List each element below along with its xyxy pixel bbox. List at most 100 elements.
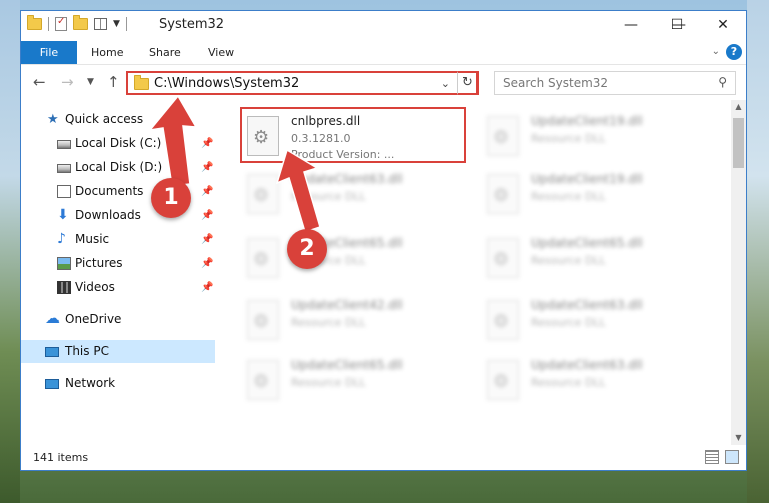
star-icon: ★ <box>47 112 59 127</box>
sidebar-item-label: Music <box>75 232 110 246</box>
file-tile[interactable]: UpdateClient65.dll Resource DLL <box>481 230 711 286</box>
pin-icon[interactable]: 📌 <box>201 132 213 155</box>
pin-icon[interactable]: 📌 <box>201 204 213 227</box>
downloads-icon: ⬇ <box>57 207 69 223</box>
dll-file-icon <box>487 116 519 156</box>
address-dropdown-chevron-icon[interactable]: ⌄ <box>441 77 450 90</box>
up-arrow-icon[interactable]: ↑ <box>107 73 120 91</box>
file-tile[interactable]: UpdateClient19.dll Resource DLL <box>481 108 711 164</box>
sidebar-item-label: Videos <box>75 280 115 294</box>
item-count: 141 items <box>33 451 89 464</box>
file-tile[interactable]: UpdateClient65.dll Resource DLL <box>241 230 471 286</box>
sidebar-item-label: Local Disk (C:) <box>75 136 162 150</box>
pin-icon[interactable]: 📌 <box>201 276 213 299</box>
sidebar-item-onedrive[interactable]: ☁ OneDrive <box>21 308 215 331</box>
help-icon[interactable]: ? <box>726 44 742 60</box>
sidebar-item-label: This PC <box>65 344 109 358</box>
sidebar-item-quick-access[interactable]: ★ Quick access <box>21 108 215 131</box>
scrollbar-thumb[interactable] <box>733 118 744 168</box>
toolbar-separator <box>125 17 127 31</box>
sidebar-item-network[interactable]: Network <box>21 372 215 395</box>
status-bar: 141 items <box>21 445 746 470</box>
expand-ribbon-chevron-icon[interactable]: ⌄ <box>712 46 720 57</box>
close-button[interactable]: ✕ <box>700 11 746 41</box>
dll-file-icon <box>487 300 519 340</box>
file-tile[interactable]: UpdateClient63.dll Resource DLL <box>481 292 711 348</box>
file-name: UpdateClient65.dll <box>291 358 403 372</box>
documents-icon <box>57 185 71 198</box>
desktop-background-right <box>747 0 769 503</box>
scroll-down-icon[interactable]: ▼ <box>731 433 746 442</box>
search-icon: ⚲ <box>718 75 727 89</box>
sidebar-item-videos[interactable]: Videos 📌 <box>21 276 215 299</box>
file-tile[interactable]: UpdateClient42.dll Resource DLL <box>241 292 471 348</box>
scroll-up-icon[interactable]: ▲ <box>731 102 746 111</box>
view-icon[interactable] <box>94 18 107 30</box>
properties-icon[interactable] <box>55 16 67 31</box>
tab-file[interactable]: File <box>21 41 77 64</box>
recent-locations-chevron-icon[interactable]: ▼ <box>87 77 94 87</box>
file-name: UpdateClient19.dll <box>531 172 643 186</box>
file-tile[interactable]: UpdateClient63.dll Resource DLL <box>481 352 711 408</box>
tab-home[interactable]: Home <box>91 41 123 64</box>
file-tile[interactable]: UpdateClient63.dll Resource DLL <box>241 166 471 222</box>
sidebar-item-local-disk-c[interactable]: Local Disk (C:) 📌 <box>21 132 215 155</box>
toolbar-separator <box>48 17 49 31</box>
tab-share[interactable]: Share <box>149 41 181 64</box>
file-tile[interactable]: UpdateClient19.dll Resource DLL <box>481 166 711 222</box>
file-type: Resource DLL <box>291 316 366 329</box>
file-type: Resource DLL <box>531 190 606 203</box>
back-arrow-icon[interactable]: ← <box>33 73 46 91</box>
file-type: Resource DLL <box>291 376 366 389</box>
file-explorer-window: ▼ System32 — — ☐ ✕ File Home Share View … <box>20 10 747 471</box>
disk-icon <box>57 140 71 149</box>
sidebar-item-label: Pictures <box>75 256 123 270</box>
search-input[interactable]: Search System32 ⚲ <box>494 71 736 95</box>
music-icon: ♪ <box>57 231 66 247</box>
sidebar-item-label: Local Disk (D:) <box>75 160 163 174</box>
pin-icon[interactable]: 📌 <box>201 252 213 275</box>
pin-icon[interactable]: 📌 <box>201 180 213 203</box>
cloud-icon: ☁ <box>45 309 60 327</box>
file-name: UpdateClient42.dll <box>291 298 403 312</box>
minimize-button-glyph[interactable]: — <box>608 11 654 41</box>
folder-icon <box>134 75 149 90</box>
file-type: Resource DLL <box>531 316 606 329</box>
file-tile[interactable]: UpdateClient65.dll Resource DLL <box>241 352 471 408</box>
file-name: UpdateClient63.dll <box>531 358 643 372</box>
vertical-scrollbar[interactable]: ▲ ▼ <box>731 100 746 445</box>
large-icons-view-icon[interactable] <box>725 450 739 464</box>
sidebar-item-music[interactable]: ♪ Music 📌 <box>21 228 215 251</box>
videos-icon <box>57 281 71 294</box>
pin-icon[interactable]: 📌 <box>201 156 213 179</box>
new-folder-icon[interactable] <box>73 15 88 30</box>
dll-file-icon <box>247 300 279 340</box>
maximize-button[interactable]: ☐ <box>654 11 700 41</box>
file-type: Resource DLL <box>531 132 606 145</box>
refresh-icon[interactable]: ↻ <box>457 71 479 95</box>
sidebar-item-this-pc[interactable]: This PC <box>21 340 215 363</box>
address-bar[interactable]: C:\Windows\System32 ⌄ <box>126 71 478 95</box>
dll-file-icon <box>487 360 519 400</box>
step-2-badge: 2 <box>287 229 327 269</box>
forward-arrow-icon[interactable]: → <box>61 73 74 91</box>
disk-icon <box>57 164 71 173</box>
dll-file-icon <box>247 238 279 278</box>
details-view-icon[interactable] <box>705 450 719 464</box>
sidebar-item-pictures[interactable]: Pictures 📌 <box>21 252 215 275</box>
sidebar-item-local-disk-d[interactable]: Local Disk (D:) 📌 <box>21 156 215 179</box>
pin-icon[interactable]: 📌 <box>201 228 213 251</box>
dll-file-icon <box>487 174 519 214</box>
search-placeholder: Search System32 <box>503 76 609 90</box>
folder-icon[interactable] <box>27 15 42 30</box>
highlight-box <box>240 107 466 163</box>
file-type: Resource DLL <box>531 376 606 389</box>
tab-view[interactable]: View <box>208 41 234 64</box>
desktop-background-left <box>0 0 20 503</box>
customize-toolbar-chevron-icon[interactable]: ▼ <box>113 19 120 29</box>
sidebar-item-label: Quick access <box>65 112 144 126</box>
pc-icon <box>45 347 59 357</box>
dll-file-icon <box>247 174 279 214</box>
network-icon <box>45 379 59 389</box>
file-name: UpdateClient65.dll <box>531 236 643 250</box>
